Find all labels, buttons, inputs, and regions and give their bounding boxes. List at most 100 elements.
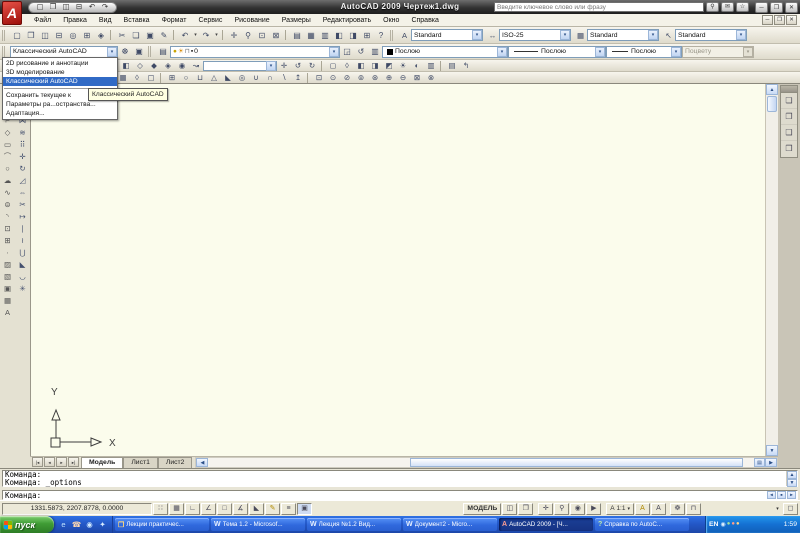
doc-restore-button[interactable]: ❐ xyxy=(774,15,785,25)
color-combo[interactable]: Послою ▾ xyxy=(382,45,508,58)
designcenter-icon[interactable]: ▦ xyxy=(304,29,318,42)
workspace-switching-icon[interactable]: ☸ xyxy=(670,502,685,515)
toolbar-grip[interactable] xyxy=(390,29,396,41)
pan-icon[interactable]: ✛ xyxy=(277,60,291,71)
iso-view-sw-icon[interactable]: ◆ xyxy=(147,60,161,71)
annotation-visibility-icon[interactable]: А xyxy=(635,502,650,515)
phone-icon[interactable]: ☎ xyxy=(71,520,82,529)
chevron-down-icon[interactable]: ▾ xyxy=(472,30,482,40)
workspace-dropdown-item[interactable]: Классический AutoCAD xyxy=(3,77,117,86)
toolbar-grip[interactable] xyxy=(2,46,8,57)
workspace-combo[interactable]: Классический AutoCAD ▾ xyxy=(10,45,118,58)
fillet-icon[interactable]: ◡ xyxy=(16,271,29,283)
menu-item[interactable]: Справка xyxy=(405,14,444,27)
rotate-icon[interactable]: ↻ xyxy=(16,163,29,175)
workspace-dropdown-item[interactable]: Параметры ра...остранства... xyxy=(3,100,117,109)
toolbar-title-grip[interactable] xyxy=(781,86,797,93)
visual-style-2d-icon[interactable]: ◻ xyxy=(326,60,340,71)
chevron-down-icon[interactable]: ▾ xyxy=(329,46,339,57)
bring-to-front-icon[interactable]: ❏ xyxy=(781,93,797,109)
extend-icon[interactable]: ↦ xyxy=(16,211,29,223)
sphere-icon[interactable]: ○ xyxy=(179,72,193,83)
ucs-world-icon[interactable]: ▦ xyxy=(116,72,130,83)
3d-face-icon[interactable]: ◊ xyxy=(130,72,144,83)
redo-list-icon[interactable]: ▾ xyxy=(213,29,220,42)
qp-toggle[interactable]: ▣ xyxy=(297,502,312,515)
minimize-button[interactable]: ─ xyxy=(755,1,768,13)
open-file-icon[interactable]: ❐ xyxy=(47,2,59,12)
redo-icon[interactable]: ↷ xyxy=(199,29,213,42)
text-style-combo[interactable]: Standard ▾ xyxy=(411,29,483,41)
snap-toggle[interactable]: ∷ xyxy=(153,502,168,515)
plot-icon[interactable]: ⊟ xyxy=(52,29,66,42)
move-icon[interactable]: ✛ xyxy=(16,151,29,163)
scale-icon[interactable]: ◿ xyxy=(16,175,29,187)
linetype-combo[interactable]: Послою ▾ xyxy=(508,45,606,58)
sun-status-icon[interactable]: ☀ xyxy=(396,60,410,71)
polar-toggle[interactable]: ∠ xyxy=(201,502,216,515)
zoom-icon[interactable]: ⚲ xyxy=(554,502,570,515)
menu-item[interactable]: Редактировать xyxy=(317,14,377,27)
markup-set-manager-icon[interactable]: ◨ xyxy=(346,29,360,42)
union-icon[interactable]: ∪ xyxy=(249,72,263,83)
menu-item[interactable]: Вид xyxy=(93,14,118,27)
annotation-scale-button[interactable]: А 1:1 ▾ xyxy=(606,502,634,515)
dim-style-combo[interactable]: ISO-25 ▾ xyxy=(499,29,571,41)
layout-tab[interactable]: Лист2 xyxy=(157,457,193,468)
scroll-thumb-icon[interactable]: ▪ xyxy=(777,491,786,499)
named-views-combo[interactable]: ▾ xyxy=(203,60,277,71)
menu-browser-button[interactable]: A xyxy=(2,1,22,25)
arc-icon[interactable]: ⌒ xyxy=(1,151,14,163)
top-view-icon[interactable]: ◇ xyxy=(133,60,147,71)
save-icon[interactable]: ◫ xyxy=(38,29,52,42)
chevron-down-icon[interactable]: ▾ xyxy=(497,46,507,57)
workspace-settings-icon[interactable]: ☸ xyxy=(118,45,132,58)
table-icon[interactable]: ▦ xyxy=(1,295,14,307)
favorites-icon[interactable]: ☆ xyxy=(736,2,749,12)
named-views-icon[interactable]: ◧ xyxy=(119,60,133,71)
chevron-down-icon[interactable]: ▾ xyxy=(671,46,681,57)
zoom-extents-icon[interactable]: ⊗ xyxy=(424,72,438,83)
toolbar-grip[interactable] xyxy=(2,29,8,41)
insert-block-icon[interactable]: ⊡ xyxy=(1,223,14,235)
command-history[interactable]: Команда: Команда: _options ▲ ▼ xyxy=(2,470,798,487)
orbit-icon[interactable]: ↺ xyxy=(291,60,305,71)
circle-icon[interactable]: ○ xyxy=(1,163,14,175)
table-style-combo[interactable]: Standard ▾ xyxy=(587,29,659,41)
ellipse-arc-icon[interactable]: ◝ xyxy=(1,211,14,223)
3d-dwf-icon[interactable]: ◈ xyxy=(94,29,108,42)
chamfer-icon[interactable]: ◣ xyxy=(16,259,29,271)
menu-item[interactable]: Файл xyxy=(28,14,57,27)
horizontal-scrollbar[interactable]: ◀ ▤ ▶ xyxy=(195,457,778,468)
plot-preview-icon[interactable]: ◎ xyxy=(66,29,80,42)
scroll-right-icon[interactable]: ▶ xyxy=(787,491,796,499)
layer-combo[interactable]: ● ☀ ⊓ ▪ 0 ▾ xyxy=(170,45,340,58)
clean-screen-button[interactable]: ◻ xyxy=(783,502,798,515)
scroll-down-icon[interactable]: ▼ xyxy=(766,445,778,456)
quick-view-layouts-icon[interactable]: ◫ xyxy=(502,502,518,515)
scroll-track[interactable] xyxy=(766,113,778,445)
my-workspace-icon[interactable]: ▣ xyxy=(132,45,146,58)
zoom-object-icon[interactable]: ⊛ xyxy=(368,72,382,83)
dyn-toggle[interactable]: ✎ xyxy=(265,502,280,515)
language-indicator[interactable]: EN xyxy=(709,521,718,528)
stretch-icon[interactable]: ⇔ xyxy=(16,187,29,199)
redo-icon[interactable]: ↷ xyxy=(99,2,111,12)
scroll-left-icon[interactable]: ◀ xyxy=(196,458,209,467)
menu-item[interactable]: Рисование xyxy=(228,14,275,27)
chevron-down-icon[interactable]: ▾ xyxy=(648,30,658,40)
revcloud-icon[interactable]: ☁ xyxy=(1,175,14,187)
media-player-icon[interactable]: ◉ xyxy=(84,520,95,529)
next-tab-icon[interactable]: ▸ xyxy=(56,457,67,467)
task-word-1[interactable]: W Тема 1.2 - Microsof... xyxy=(211,518,305,531)
zoom-window-icon[interactable]: ⊡ xyxy=(255,29,269,42)
cut-icon[interactable]: ✂ xyxy=(115,29,129,42)
close-button[interactable]: ✕ xyxy=(785,1,798,13)
trim-icon[interactable]: ✂ xyxy=(16,199,29,211)
intersect-icon[interactable]: ∩ xyxy=(263,72,277,83)
render-window-icon[interactable]: ▥ xyxy=(424,60,438,71)
polygon-icon[interactable]: ◇ xyxy=(1,127,14,139)
torus-icon[interactable]: ◎ xyxy=(235,72,249,83)
visual-style-realistic-icon[interactable]: ◩ xyxy=(382,60,396,71)
hatch-icon[interactable]: ▨ xyxy=(1,259,14,271)
